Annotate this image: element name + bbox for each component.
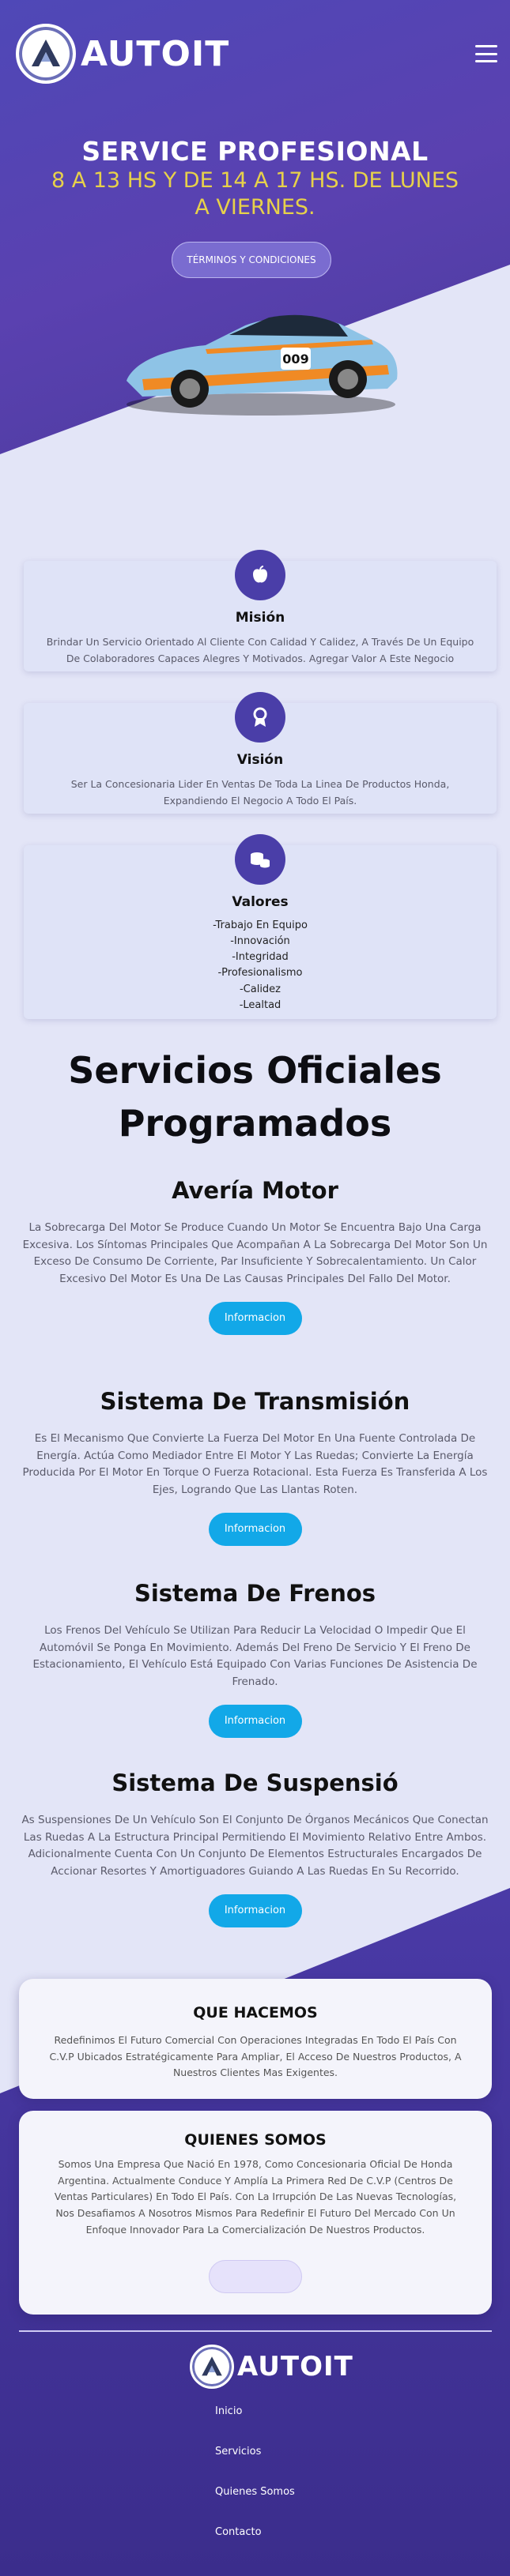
service-text: Es El Mecanismo Que Convierte La Fuerza … (22, 1432, 488, 1496)
values-card: Valores -Trabajo En Equipo -Innovación -… (24, 834, 497, 1019)
footer-divider (19, 2330, 492, 2332)
footer-link-inicio[interactable]: Inicio (215, 2401, 295, 2442)
mission-card: Misión Brindar Un Servicio Orientado Al … (24, 550, 497, 671)
service-title: Sistema De Suspensió (111, 1769, 399, 1796)
hero-subtitle: 8 A 13 HS Y DE 14 A 17 HS. DE LUNES A VI… (51, 168, 459, 220)
service-engine: Avería Motor La Sobrecarga Del Motor Se … (20, 1177, 490, 1336)
what-we-do-card: QUE HACEMOS Redefinimos El Futuro Comerc… (19, 1979, 492, 2099)
brand-name: AUTOIT (81, 33, 230, 74)
values-item: -Innovación (230, 935, 290, 948)
vision-card: Visión Ser La Concesionaria Lider En Ven… (24, 692, 497, 814)
service-text: Los Frenos Del Vehículo Se Utilizan Para… (32, 1624, 478, 1688)
values-item: -Trabajo En Equipo (213, 919, 308, 931)
award-icon (235, 692, 285, 743)
service-info-button[interactable]: Informacion (208, 1513, 302, 1547)
values-item: -Profesionalismo (217, 967, 303, 980)
footer-link-quienes-somos[interactable]: Quienes Somos (215, 2482, 295, 2522)
hero-title: SERVICE PROFESIONAL (81, 136, 429, 167)
who-we-are-text: Somos Una Empresa Que Nació En 1978, Com… (54, 2158, 457, 2236)
mission-title: Misión (235, 610, 285, 626)
what-we-do-text: Redefinimos El Futuro Comercial Con Oper… (49, 2034, 462, 2079)
vision-text: Ser La Concesionaria Lider En Ventas De … (70, 778, 450, 807)
car-number: 009 (282, 352, 308, 367)
hero-section: AUTOIT SERVICE PROFESIONAL 8 A 13 HS Y D… (0, 0, 510, 454)
who-we-are-title: QUIENES SOMOS (184, 2131, 327, 2149)
logo-badge-icon (190, 2345, 234, 2389)
service-transmission: Sistema De Transmisión Es El Mecanismo Q… (20, 1388, 490, 1547)
coins-icon (235, 834, 285, 885)
footer-logo[interactable]: AUTOIT (190, 2345, 353, 2389)
footer-nav: Inicio Servicios Quienes Somos Contacto (215, 2401, 295, 2563)
mission-text: Brindar Un Servicio Orientado Al Cliente… (46, 636, 474, 665)
apple-icon (235, 550, 285, 600)
who-we-are-card: QUIENES SOMOS Somos Una Empresa Que Naci… (19, 2111, 492, 2315)
services-section-title: Servicios Oficiales Programados (68, 1049, 442, 1145)
values-item: -Integridad (232, 951, 289, 964)
page: AUTOIT SERVICE PROFESIONAL 8 A 13 HS Y D… (0, 0, 510, 2576)
service-text: La Sobrecarga Del Motor Se Produce Cuand… (22, 1221, 488, 1285)
race-car-image: 009 (111, 286, 411, 420)
service-info-button[interactable]: Informacion (208, 1705, 302, 1739)
values-item: -Lealtad (239, 998, 281, 1011)
service-info-button[interactable]: Informacion (208, 1302, 302, 1336)
values-item: -Calidez (239, 983, 281, 995)
service-brakes: Sistema De Frenos Los Frenos Del Vehícul… (20, 1580, 490, 1739)
service-title: Avería Motor (172, 1177, 338, 1204)
service-title: Sistema De Frenos (134, 1580, 376, 1607)
brand-logo[interactable]: AUTOIT (16, 24, 229, 84)
what-we-do-title: QUE HACEMOS (193, 2004, 318, 2021)
values-title: Valores (232, 894, 289, 910)
footer-brand-name: AUTOIT (237, 2351, 353, 2382)
service-text: As Suspensiones De Un Vehículo Son El Co… (21, 1814, 489, 1878)
service-title: Sistema De Transmisión (100, 1388, 410, 1415)
logo-badge-icon (16, 24, 76, 84)
terms-button[interactable]: TÉRMINOS Y CONDICIONES (172, 242, 331, 278)
vision-title: Visión (236, 752, 284, 768)
hamburger-icon[interactable] (475, 45, 497, 62)
who-we-are-info-button[interactable]: Informacion (209, 2260, 302, 2294)
values-list: -Trabajo En Equipo -Innovación -Integrid… (24, 918, 497, 1013)
top-bar: AUTOIT (16, 22, 497, 85)
footer-link-contacto[interactable]: Contacto (215, 2522, 295, 2563)
footer-link-servicios[interactable]: Servicios (215, 2442, 295, 2482)
